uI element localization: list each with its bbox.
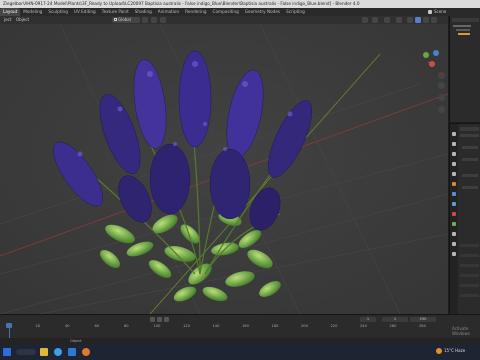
scene-icon bbox=[428, 10, 432, 14]
overlay-icon[interactable] bbox=[384, 17, 390, 23]
file-explorer-icon[interactable] bbox=[40, 348, 48, 356]
viewport-header: ject Object Global Options bbox=[0, 16, 448, 30]
frame-tick-label: 20 bbox=[35, 324, 41, 328]
modifier-tab-icon[interactable] bbox=[452, 192, 456, 196]
frame-tick-label: 240 bbox=[360, 324, 367, 328]
material-tab-icon[interactable] bbox=[452, 212, 456, 216]
frame-tick-label: 120 bbox=[183, 324, 190, 328]
workspace-tab-shading[interactable]: Shading bbox=[132, 8, 155, 16]
frame-tick-label: 200 bbox=[301, 324, 308, 328]
taskbar-search-input[interactable] bbox=[16, 349, 36, 355]
properties-section-header[interactable] bbox=[460, 294, 479, 297]
pan-icon[interactable] bbox=[438, 82, 445, 89]
properties-section-header[interactable] bbox=[460, 244, 479, 247]
outliner-item[interactable] bbox=[458, 33, 470, 35]
output-tab-icon[interactable] bbox=[452, 152, 456, 156]
frame-tick-label: 40 bbox=[65, 324, 70, 328]
activation-watermark: Activate Windows bbox=[452, 326, 470, 336]
scene-selector[interactable]: Scene bbox=[428, 8, 446, 16]
outliner-search-input[interactable] bbox=[452, 18, 479, 22]
frame-tick-label: 180 bbox=[271, 324, 279, 328]
browser-icon[interactable] bbox=[54, 348, 62, 356]
frame-tick-label: 60 bbox=[94, 324, 100, 328]
snap-icon[interactable] bbox=[151, 17, 157, 23]
frame-tick-label: 100 bbox=[153, 324, 161, 328]
outliner-item[interactable] bbox=[453, 25, 471, 27]
workspace-tab-texture-paint[interactable]: Texture Paint bbox=[99, 8, 132, 16]
playhead-line bbox=[9, 328, 10, 338]
view-layer-tab-icon[interactable] bbox=[452, 162, 456, 166]
render-tab-icon[interactable] bbox=[452, 142, 456, 146]
start-menu-icon[interactable] bbox=[3, 348, 11, 356]
properties-section-header[interactable] bbox=[460, 274, 479, 277]
properties-panel bbox=[449, 123, 480, 315]
shading-rendered-icon[interactable] bbox=[431, 17, 437, 23]
mail-icon[interactable] bbox=[68, 348, 76, 356]
workspace-tab-compositing[interactable]: Compositing bbox=[210, 8, 242, 16]
particles-tab-icon[interactable] bbox=[452, 202, 456, 206]
workspace-tab-modeling[interactable]: Modeling bbox=[20, 8, 45, 16]
shading-wireframe-icon[interactable] bbox=[407, 17, 413, 23]
properties-field[interactable] bbox=[462, 158, 478, 161]
properties-section-header[interactable] bbox=[460, 134, 479, 137]
frame-ruler[interactable]: 020406080100120140160180200220240260280 bbox=[0, 315, 448, 339]
weather-text: 15°C Haze bbox=[444, 348, 466, 353]
weather-icon bbox=[436, 348, 442, 354]
properties-section-header[interactable] bbox=[460, 254, 479, 257]
workspace-tab-bar: Layout Modeling Sculpting UV Editing Texture… bbox=[0, 8, 480, 16]
workspace-tab-geometry-nodes[interactable]: Geometry Nodes bbox=[242, 8, 283, 16]
texture-tab-icon[interactable] bbox=[452, 252, 456, 256]
properties-section-header[interactable] bbox=[460, 284, 479, 287]
visibility-icon[interactable] bbox=[362, 17, 368, 23]
blender-app-icon[interactable] bbox=[82, 348, 90, 356]
object-tab-icon[interactable] bbox=[452, 182, 456, 186]
workspace-tab-uv-editing[interactable]: UV Editing bbox=[71, 8, 99, 16]
3d-viewport[interactable] bbox=[0, 24, 448, 314]
orientation-dropdown[interactable]: Global bbox=[112, 17, 140, 23]
workspace-tab-rendering[interactable]: Rendering bbox=[182, 8, 209, 16]
window-title-bar: Ziegelbor\AHN-0917-24 Model\Plants\3F_Re… bbox=[0, 0, 480, 8]
frame-tick-label: 80 bbox=[124, 324, 129, 328]
window-title: Ziegelbor\AHN-0917-24 Model\Plants\3F_Re… bbox=[3, 1, 360, 6]
proportional-edit-icon[interactable] bbox=[160, 17, 166, 23]
scene-tab-icon[interactable] bbox=[452, 172, 456, 176]
frame-tick-label: 220 bbox=[330, 324, 338, 328]
xray-icon[interactable] bbox=[396, 17, 402, 23]
properties-field[interactable] bbox=[462, 146, 478, 149]
workspace-tab-layout[interactable]: Layout bbox=[0, 8, 21, 16]
constraints-tab-icon[interactable] bbox=[452, 242, 456, 246]
data-tab-icon[interactable] bbox=[452, 222, 456, 226]
tool-tab-icon[interactable] bbox=[452, 132, 456, 136]
frame-tick-label: 160 bbox=[242, 324, 249, 328]
perspective-toggle-icon[interactable] bbox=[438, 106, 445, 113]
physics-tab-icon[interactable] bbox=[452, 232, 456, 236]
outliner-panel bbox=[449, 16, 480, 122]
properties-search-input[interactable] bbox=[460, 127, 479, 131]
shading-material-icon[interactable] bbox=[423, 17, 429, 23]
properties-section-header[interactable] bbox=[460, 264, 479, 267]
workspace-tab-sculpting[interactable]: Sculpting bbox=[45, 8, 71, 16]
zoom-icon[interactable] bbox=[438, 72, 445, 79]
workspace-tab-scripting[interactable]: Scripting bbox=[283, 8, 308, 16]
pivot-icon[interactable] bbox=[142, 17, 148, 23]
frame-tick-label: 140 bbox=[212, 324, 220, 328]
shading-solid-icon[interactable] bbox=[415, 17, 421, 23]
frame-tick-label: 280 bbox=[419, 324, 426, 328]
outliner-item[interactable] bbox=[456, 29, 470, 31]
frame-tick-label: 260 bbox=[389, 324, 397, 328]
timeline-panel[interactable]: 1 1 250 02040608010012014016018020022024… bbox=[0, 314, 480, 338]
workspace-tab-animation[interactable]: Animation bbox=[155, 8, 182, 16]
os-taskbar: 15°C Haze bbox=[0, 344, 480, 360]
properties-field[interactable] bbox=[462, 186, 478, 189]
gizmo-toggle-icon[interactable] bbox=[372, 17, 378, 23]
sidebar-toggle[interactable] bbox=[438, 124, 444, 134]
viewport-canvas[interactable] bbox=[0, 24, 448, 314]
properties-field[interactable] bbox=[462, 174, 478, 177]
object-menu[interactable]: Object bbox=[14, 17, 31, 23]
camera-view-icon[interactable] bbox=[438, 94, 445, 101]
orientation-icon bbox=[114, 18, 117, 21]
view-menu[interactable]: ject bbox=[2, 17, 13, 23]
